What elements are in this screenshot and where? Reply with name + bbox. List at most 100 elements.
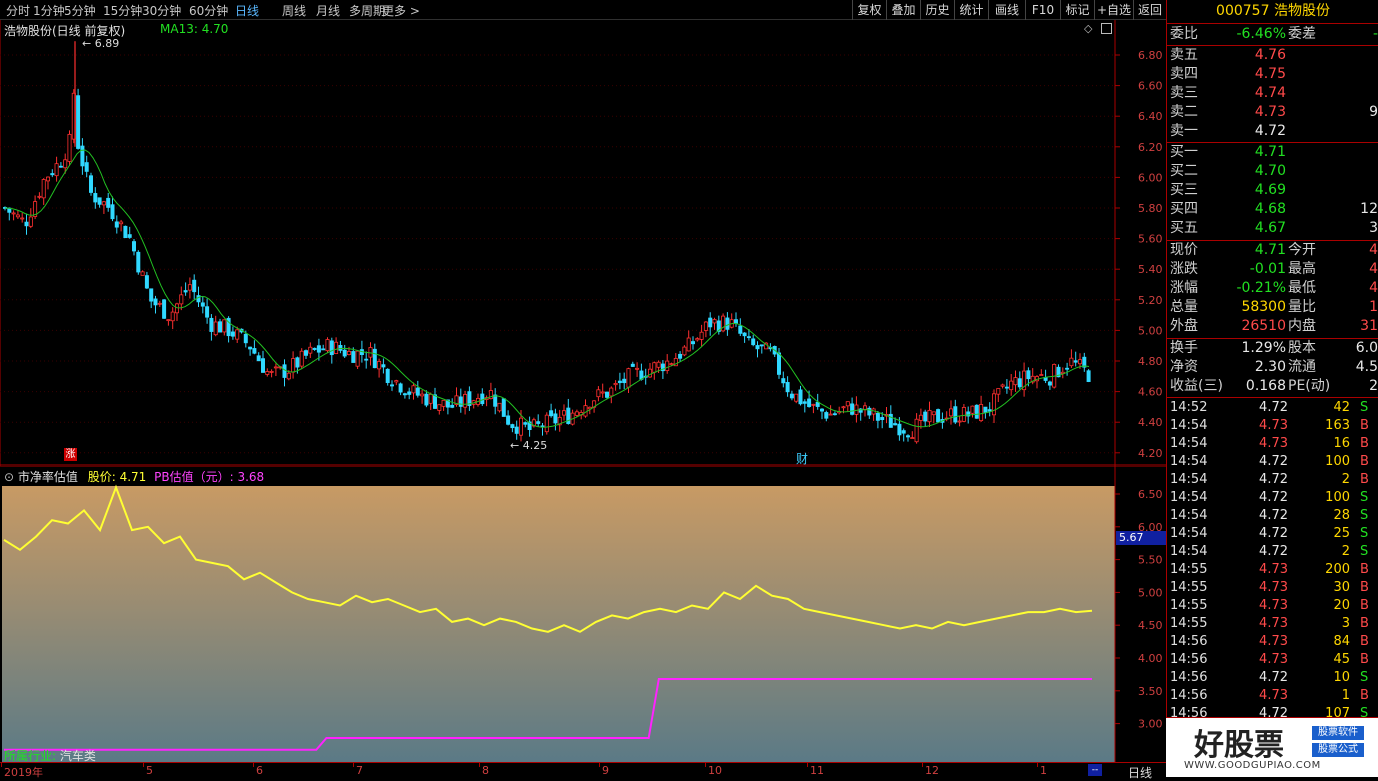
period-tab-7[interactable]: 周线 (282, 2, 306, 19)
period-tab-5[interactable]: 60分钟 (189, 2, 228, 19)
diamond-icon[interactable]: ◇ (1084, 22, 1092, 35)
collapse-icon[interactable]: ⊙ (4, 470, 14, 484)
candle-body (432, 394, 437, 409)
date-tick (479, 763, 480, 767)
stat-label: 内盘 (1288, 318, 1316, 334)
stock-code: 000757 (1216, 3, 1270, 19)
candle-body (725, 317, 730, 330)
period-tab-0[interactable]: 分时 (6, 2, 30, 19)
cai-marker[interactable]: 财 (796, 450, 808, 467)
high-price-label: ← 6.89 (82, 37, 119, 50)
candle-body (243, 333, 248, 344)
period-tab-10[interactable]: 更多 > (382, 2, 420, 19)
candle-body (983, 406, 988, 413)
tick-time: 14:55 (1170, 616, 1208, 631)
date-label: 11 (810, 764, 824, 777)
tick-row: 14:55 4.73 200 B (1170, 561, 1378, 579)
tick-side: B (1360, 616, 1369, 631)
tick-side: S (1360, 544, 1369, 559)
candle-body (630, 363, 635, 367)
period-tab-2[interactable]: 5分钟 (64, 2, 96, 19)
candle-body (420, 393, 425, 397)
candle-body (596, 389, 601, 398)
tick-volume: 42 (1333, 400, 1350, 415)
candle-body (149, 288, 154, 302)
period-tab-9[interactable]: 多周期 (349, 2, 385, 19)
candle-body (699, 331, 704, 340)
candle-body (927, 409, 932, 423)
toolbar-button-2[interactable]: 历史 (920, 0, 954, 20)
toolbar-button-8[interactable]: 返回 (1133, 0, 1166, 20)
candle-body (695, 338, 700, 341)
scroll-indicator[interactable]: -- (1088, 764, 1102, 776)
candle-body (20, 217, 25, 220)
toolbar-button-0[interactable]: 复权 (852, 0, 886, 20)
candle-body (987, 409, 992, 412)
candle-body (863, 405, 868, 410)
candle-body (1078, 359, 1083, 365)
candle-body (299, 350, 304, 367)
buy-label: 买四 (1170, 201, 1198, 217)
toolbar-button-3[interactable]: 统计 (954, 0, 988, 20)
candle-body (777, 352, 782, 375)
tick-price: 4.72 (1259, 544, 1288, 559)
tick-price: 4.73 (1259, 652, 1288, 667)
candle-body (712, 319, 717, 324)
period-tab-4[interactable]: 30分钟 (142, 2, 181, 19)
date-label: 10 (708, 764, 722, 777)
candles (3, 41, 1091, 444)
period-label: 日线 (1128, 766, 1153, 780)
period-tab-6[interactable]: 日线 (235, 2, 259, 19)
sell-price: 4.73 (1254, 104, 1286, 120)
tick-side: S (1360, 670, 1369, 685)
tick-side: B (1360, 418, 1369, 433)
toolbar-button-6[interactable]: 标记 (1060, 0, 1094, 20)
toolbar-button-5[interactable]: F10 (1025, 0, 1060, 20)
pb-header: ⊙ 市净率估值 股价: 4.71 PB估值（元）: 3.68 (4, 468, 264, 485)
candle-body (37, 195, 42, 198)
candle-body (622, 378, 627, 384)
stat-value: 4.71 (1254, 242, 1286, 258)
tick-volume: 30 (1333, 580, 1350, 595)
pb-svg: 6.506.005.505.004.504.003.503.00 (0, 465, 1166, 762)
period-tab-8[interactable]: 月线 (316, 2, 340, 19)
candle-body (415, 387, 420, 396)
candle-body (923, 411, 928, 422)
candle-body (144, 275, 149, 289)
candle-body (824, 412, 829, 419)
pb-current-value: 5.67 (1116, 531, 1166, 545)
ytick-label: 6.80 (1138, 49, 1163, 62)
info-label: 股本 (1288, 340, 1316, 356)
period-tab-3[interactable]: 15分钟 (103, 2, 142, 19)
candle-body (514, 426, 519, 434)
candle-body (893, 423, 898, 426)
toolbar-button-7[interactable]: +自选 (1094, 0, 1133, 20)
tick-side: S (1360, 508, 1369, 523)
candle-body (961, 406, 966, 422)
weibi-value: -6.46% (1236, 26, 1286, 42)
candle-body (686, 337, 691, 352)
candle-body (235, 329, 240, 340)
date-label: 12 (925, 764, 939, 777)
window-icon[interactable] (1101, 23, 1112, 34)
toolbar-button-1[interactable]: 叠加 (886, 0, 920, 20)
toolbar-button-4[interactable]: 画线 (988, 0, 1025, 20)
tick-row: 14:54 4.72 2 B (1170, 471, 1378, 489)
candle-body (609, 387, 614, 397)
tick-volume: 100 (1325, 490, 1350, 505)
stat-row: 涨幅 -0.21% 最低 4 (1170, 279, 1378, 298)
candle-body (832, 413, 837, 416)
date-label: 2019年 (4, 766, 43, 779)
ytick-label: 6.60 (1138, 80, 1163, 93)
candlestick-chart[interactable]: 6.80 6.60 6.40 6.20 6.00 5.80 5.60 5.40 5.20 5.00… (0, 20, 1166, 466)
candle-body (811, 403, 816, 406)
industry-label: 所属行业: (4, 749, 60, 763)
tick-volume: 163 (1325, 418, 1350, 433)
period-tab-1[interactable]: 1分钟 (33, 2, 65, 19)
tick-row: 14:56 4.73 45 B (1170, 651, 1378, 669)
candle-body (106, 197, 111, 208)
tick-volume: 28 (1333, 508, 1350, 523)
candle-body (338, 345, 343, 351)
buy-level-1: 买一 4.71 (1170, 143, 1378, 162)
pb-valuation-chart[interactable]: 6.50 6.00 5.50 5.00 4.50 4.00 3.50 3.00 ⊙ 市净率估值… (0, 465, 1166, 763)
